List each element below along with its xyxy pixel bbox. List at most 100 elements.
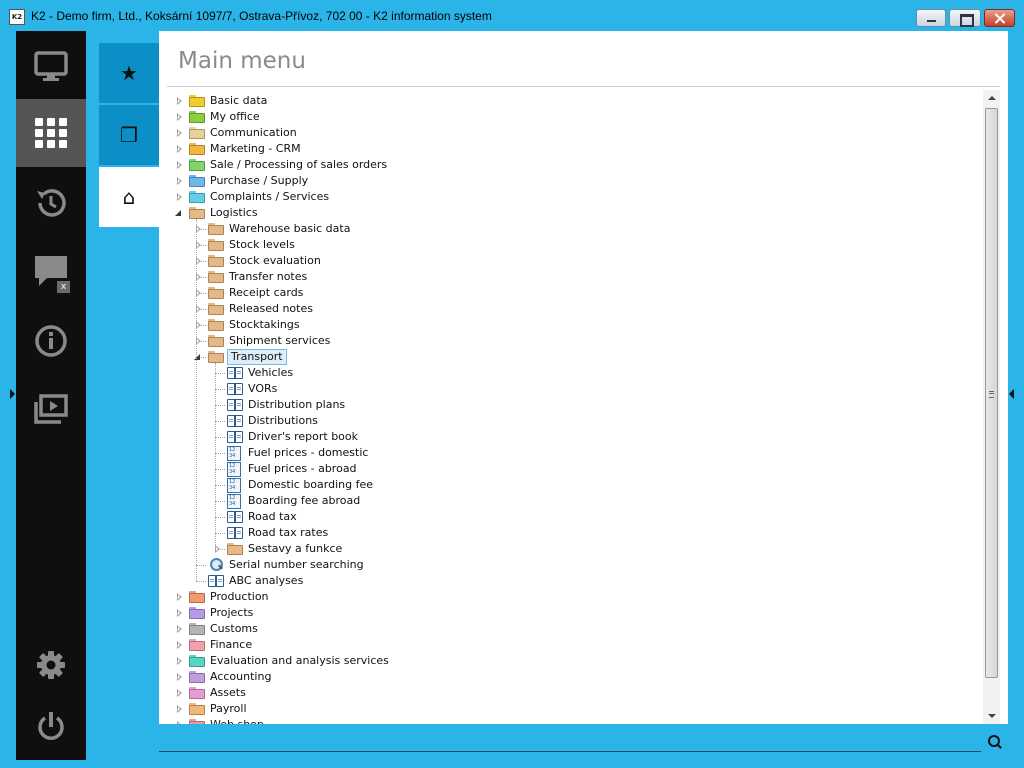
tree-item[interactable]: ABC analyses — [208, 573, 305, 589]
tree-item[interactable]: Distributions — [227, 413, 320, 429]
rail-messages-button[interactable]: x — [16, 237, 86, 305]
tree-item[interactable]: Warehouse basic data — [196, 221, 352, 237]
tree-item[interactable]: Basic data — [177, 93, 269, 109]
collapse-right-arrow-icon[interactable] — [1009, 389, 1014, 399]
tree-item-label: Driver's report book — [248, 430, 359, 443]
tree-item[interactable]: Communication — [177, 125, 299, 141]
rail-desktop-button[interactable] — [16, 33, 86, 101]
tree-item[interactable]: Stock levels — [196, 237, 297, 253]
window-titlebar[interactable]: K2 K2 - Demo firm, Ltd., Koksární 1097/7… — [0, 0, 1024, 31]
expand-arrow-icon[interactable] — [177, 689, 182, 697]
tree-item[interactable]: Released notes — [196, 301, 315, 317]
rail-info-button[interactable] — [16, 307, 86, 375]
tree-item[interactable]: Marketing - CRM — [177, 141, 303, 157]
maximize-button[interactable] — [949, 9, 981, 27]
tree-item[interactable]: Web shop — [177, 717, 266, 724]
tree-connector — [215, 469, 225, 470]
expand-arrow-icon[interactable] — [177, 641, 182, 649]
tree-item[interactable]: Fuel prices - domestic — [227, 445, 370, 461]
book-icon — [227, 415, 243, 427]
expand-arrow-icon[interactable] — [177, 129, 182, 137]
tab-windows[interactable]: ❐ — [99, 105, 159, 165]
minimize-button[interactable] — [916, 9, 946, 27]
scroll-down-arrow-icon[interactable] — [983, 707, 1000, 724]
search-input[interactable] — [159, 730, 981, 752]
tree-connector — [215, 517, 225, 518]
collapse-arrow-icon[interactable] — [194, 354, 200, 360]
collapse-arrow-icon[interactable] — [175, 210, 181, 216]
tree-item[interactable]: Road tax rates — [227, 525, 330, 541]
rail-media-button[interactable] — [16, 375, 86, 443]
tree-item[interactable]: Stocktakings — [196, 317, 302, 333]
expand-arrow-icon[interactable] — [177, 97, 182, 105]
tree-item[interactable]: VORs — [227, 381, 279, 397]
tree-item[interactable]: Projects — [177, 605, 255, 621]
collapse-left-arrow-icon[interactable] — [10, 389, 15, 399]
tree-item[interactable]: Evaluation and analysis services — [177, 653, 391, 669]
folder-icon — [227, 543, 243, 555]
tree-connector — [196, 565, 206, 566]
tree-item[interactable]: Fuel prices - abroad — [227, 461, 359, 477]
window-left-border — [0, 31, 16, 768]
window-bottom-border — [0, 760, 1024, 768]
tree-item-label: Boarding fee abroad — [248, 494, 361, 507]
window-title: K2 - Demo firm, Ltd., Koksární 1097/7, O… — [31, 9, 492, 23]
expand-arrow-icon[interactable] — [177, 145, 182, 153]
tree-item[interactable]: Driver's report book — [227, 429, 360, 445]
scroll-thumb[interactable] — [985, 108, 998, 678]
tree-connector — [196, 219, 197, 581]
tree-item[interactable]: Complaints / Services — [177, 189, 331, 205]
rail-main-menu-button[interactable] — [16, 99, 86, 167]
tree-item[interactable]: Sale / Processing of sales orders — [177, 157, 389, 173]
expand-arrow-icon[interactable] — [177, 705, 182, 713]
expand-arrow-icon[interactable] — [177, 609, 182, 617]
folder-icon — [189, 159, 205, 171]
close-button[interactable] — [984, 9, 1015, 27]
tree-item[interactable]: Payroll — [177, 701, 249, 717]
tree-item[interactable]: Customs — [177, 621, 260, 637]
expand-arrow-icon[interactable] — [177, 177, 182, 185]
tree-item[interactable]: Shipment services — [196, 333, 332, 349]
tree-item[interactable]: My office — [177, 109, 262, 125]
tree-item[interactable]: Stock evaluation — [196, 253, 323, 269]
tree-item[interactable]: Boarding fee abroad — [227, 493, 362, 509]
tree-item[interactable]: Transport — [194, 349, 287, 365]
tree-item[interactable]: Domestic boarding fee — [227, 477, 375, 493]
expand-arrow-icon[interactable] — [177, 113, 182, 121]
expand-arrow-icon[interactable] — [177, 673, 182, 681]
tree-item[interactable]: Logistics — [175, 205, 260, 221]
tree-item[interactable]: Vehicles — [227, 365, 295, 381]
history-icon — [37, 189, 66, 217]
tree-item[interactable]: Sestavy a funkce — [215, 541, 344, 557]
tree-scrollbar[interactable] — [983, 90, 1000, 724]
tree-item[interactable]: Accounting — [177, 669, 273, 685]
rail-power-button[interactable] — [16, 693, 86, 761]
tree-item[interactable]: Production — [177, 589, 271, 605]
expand-arrow-icon[interactable] — [177, 593, 182, 601]
tree-item[interactable]: Serial number searching — [208, 557, 366, 573]
search-icon[interactable] — [987, 734, 1003, 750]
tree-item[interactable]: Purchase / Supply — [177, 173, 310, 189]
tree-item-label: Fuel prices - abroad — [248, 462, 357, 475]
tree-item[interactable]: Distribution plans — [227, 397, 347, 413]
expand-arrow-icon[interactable] — [177, 657, 182, 665]
book-icon — [227, 399, 243, 411]
expand-arrow-icon[interactable] — [177, 193, 182, 201]
folder-icon — [189, 191, 205, 203]
tree-item[interactable]: Transfer notes — [196, 269, 309, 285]
tab-home[interactable]: ⌂ — [99, 167, 159, 227]
scroll-up-arrow-icon[interactable] — [983, 90, 1000, 107]
expand-arrow-icon[interactable] — [177, 161, 182, 169]
tree-item[interactable]: Assets — [177, 685, 248, 701]
rail-history-button[interactable] — [16, 169, 86, 237]
folder-icon — [189, 703, 205, 715]
tree-item[interactable]: Receipt cards — [196, 285, 305, 301]
tree-item[interactable]: Finance — [177, 637, 254, 653]
home-icon: ⌂ — [122, 185, 136, 209]
tree-item-label: Shipment services — [229, 334, 331, 347]
tree-item-label: Vehicles — [248, 366, 294, 379]
expand-arrow-icon[interactable] — [177, 625, 182, 633]
tree-item[interactable]: Road tax — [227, 509, 299, 525]
rail-settings-button[interactable] — [16, 631, 86, 699]
tab-favorites[interactable]: ★ — [99, 43, 159, 103]
